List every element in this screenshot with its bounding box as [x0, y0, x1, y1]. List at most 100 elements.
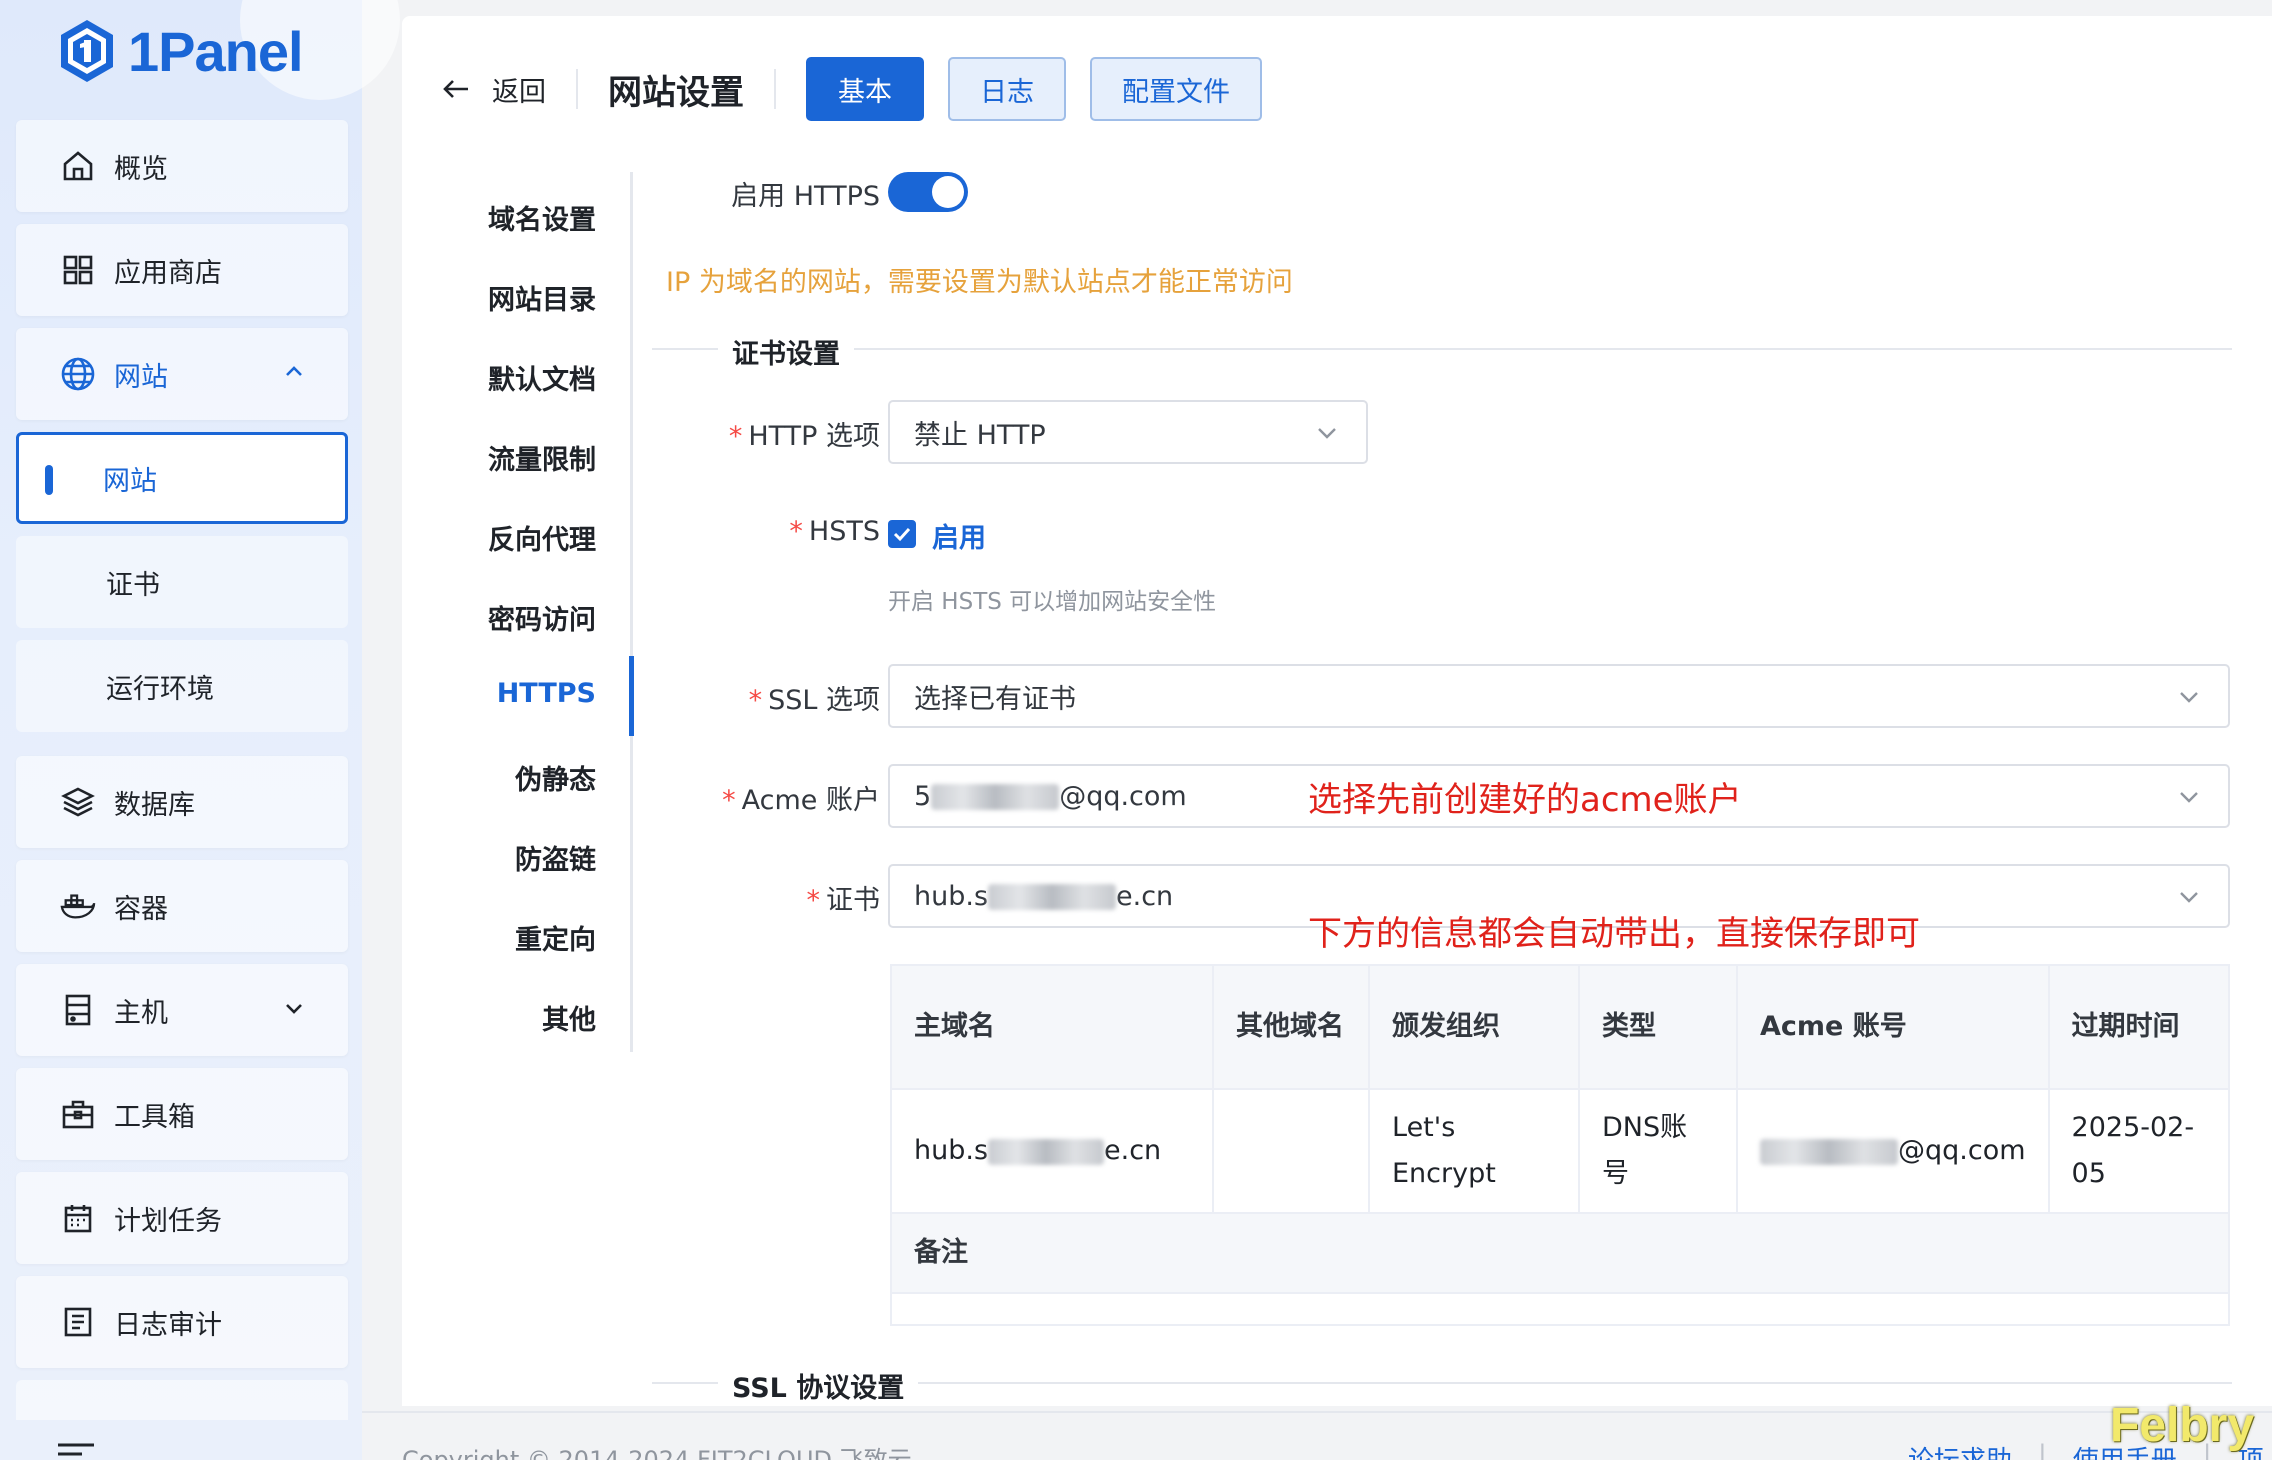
- toggle-knob: [932, 176, 964, 208]
- column-header: 颁发组织: [1368, 964, 1580, 1090]
- sidebar-subitem-label: 证书: [106, 569, 160, 601]
- hsts-label: * HSTS: [789, 516, 880, 547]
- chevron-down-icon: [1318, 428, 1336, 439]
- sidebar-item-label: 日志审计: [114, 1309, 222, 1341]
- sidebar-item-logs[interactable]: 日志审计: [16, 1276, 348, 1368]
- sidebar-subitem-runtime[interactable]: 运行环境: [16, 640, 348, 732]
- sidebar-item-label: 工具箱: [114, 1101, 195, 1133]
- sidebar-subitem-certificates[interactable]: 证书: [16, 536, 348, 628]
- hsts-checkbox-label[interactable]: 启用: [932, 516, 986, 555]
- ssl-option-select[interactable]: 选择已有证书: [888, 664, 2230, 728]
- sidebar-subitem-label: 网站: [103, 465, 157, 497]
- menu-item-directory[interactable]: 网站目录: [488, 278, 596, 317]
- sidebar-item-database[interactable]: 数据库: [16, 756, 348, 848]
- sidebar-item-containers[interactable]: 容器: [16, 860, 348, 952]
- chevron-down-icon: [2180, 792, 2198, 803]
- column-header: 主域名: [890, 964, 1214, 1090]
- hsts-checkbox[interactable]: [888, 520, 916, 548]
- log-icon: [60, 1304, 96, 1340]
- select-value: 禁止 HTTP: [914, 419, 1046, 451]
- back-label: 返回: [492, 76, 546, 108]
- docker-icon: [60, 888, 96, 924]
- watermark: Felbry: [2110, 1399, 2255, 1452]
- tab-config-file[interactable]: 配置文件: [1090, 57, 1262, 121]
- acme-annotation: 选择先前创建好的acme账户: [1308, 780, 1742, 820]
- hsts-hint: 开启 HSTS 可以增加网站安全性: [888, 589, 1217, 615]
- divider: [576, 69, 578, 109]
- menu-item-https[interactable]: HTTPS: [497, 678, 596, 709]
- menu-item-rate-limit[interactable]: 流量限制: [488, 438, 596, 477]
- section-divider: [652, 348, 2232, 350]
- column-header: 过期时间: [2047, 964, 2231, 1090]
- logo-text: 1Panel: [128, 19, 304, 83]
- sidebar-item-partial[interactable]: [16, 1380, 348, 1420]
- table-header-row: 主域名 其他域名 颁发组织 类型 Acme 账号 过期时间: [890, 964, 2231, 1090]
- sidebar-item-overview[interactable]: 概览: [16, 120, 348, 212]
- sidebar-subitem-websites[interactable]: 网站: [16, 432, 348, 524]
- sidebar-item-websites[interactable]: 网站: [16, 328, 348, 420]
- sidebar-subitem-label: 运行环境: [106, 673, 214, 705]
- table-row: hub.s e.cn Let's Encrypt DNS账号 @qq.com 20…: [890, 1088, 2231, 1214]
- cell-type: DNS账号: [1578, 1088, 1738, 1214]
- menu-item-redirect[interactable]: 重定向: [515, 918, 596, 957]
- cell-expires: 2025-02-05: [2047, 1088, 2231, 1214]
- table-annotation: 下方的信息都会自动带出，直接保存即可: [1308, 914, 1920, 954]
- sidebar-item-label: 数据库: [114, 789, 195, 821]
- footer-divider: [362, 1411, 2272, 1413]
- cert-label: * 证书: [806, 885, 881, 916]
- menu-item-rewrite[interactable]: 伪静态: [515, 758, 596, 797]
- chevron-down-icon: [2180, 692, 2198, 703]
- https-toggle[interactable]: [888, 172, 968, 212]
- select-value: 选择已有证书: [914, 683, 1076, 715]
- calendar-icon: [60, 1200, 96, 1236]
- menu-item-default-doc[interactable]: 默认文档: [488, 358, 596, 397]
- menu-item-reverse-proxy[interactable]: 反向代理: [488, 518, 596, 557]
- menu-item-password-access[interactable]: 密码访问: [488, 598, 596, 637]
- cell-issuer: Let's Encrypt: [1368, 1088, 1580, 1214]
- arrow-left-icon: [443, 80, 468, 98]
- logo-icon: [61, 20, 113, 82]
- back-button[interactable]: 返回: [442, 70, 546, 109]
- cell-domain: hub.s e.cn: [890, 1088, 1214, 1214]
- menu-item-domain[interactable]: 域名设置: [488, 198, 596, 237]
- logo[interactable]: 1Panel: [58, 18, 304, 84]
- column-header: Acme 账号: [1736, 964, 2050, 1090]
- sidebar-item-toolbox[interactable]: 工具箱: [16, 1068, 348, 1160]
- sidebar-item-app-store[interactable]: 应用商店: [16, 224, 348, 316]
- http-option-select[interactable]: 禁止 HTTP: [888, 400, 1368, 464]
- cell-other-domains: [1212, 1088, 1370, 1214]
- sidebar: 1Panel 概览 应用商店 网站 网站 证书 运行环境 数据库 容器 主机 工…: [0, 0, 400, 1460]
- toolbox-icon: [60, 1096, 96, 1132]
- column-header: 其他域名: [1212, 964, 1370, 1090]
- cert-section-title: 证书设置: [718, 332, 854, 371]
- sidebar-item-label: 应用商店: [114, 257, 222, 289]
- tab-log[interactable]: 日志: [948, 57, 1066, 121]
- sidebar-item-label: 主机: [114, 997, 168, 1029]
- sidebar-item-cron[interactable]: 计划任务: [16, 1172, 348, 1264]
- footer-separator: |: [2038, 1440, 2047, 1460]
- menu-divider: [630, 172, 633, 1052]
- home-icon: [60, 148, 96, 184]
- grid-icon: [60, 252, 96, 288]
- page-header: 返回 网站设置 基本 日志 配置文件: [442, 56, 1286, 122]
- column-header: 类型: [1578, 964, 1738, 1090]
- sidebar-item-label: 概览: [114, 153, 168, 185]
- select-value: 5 @qq.com: [914, 780, 1187, 812]
- chevron-up-icon: [286, 366, 302, 376]
- divider: [774, 69, 776, 109]
- note-value: [890, 1292, 2230, 1326]
- cell-acme-account: @qq.com: [1736, 1088, 2050, 1214]
- collapse-menu-icon[interactable]: [56, 1442, 96, 1460]
- tab-basic[interactable]: 基本: [806, 57, 924, 121]
- footer-link-forum[interactable]: 论坛求助: [1908, 1440, 2012, 1460]
- chevron-down-icon: [2180, 892, 2198, 903]
- redacted-blur: [988, 884, 1117, 910]
- globe-icon: [60, 356, 96, 392]
- table-note-row: 备注: [890, 1212, 2230, 1294]
- sidebar-item-host[interactable]: 主机: [16, 964, 348, 1056]
- sidebar-item-label: 网站: [114, 361, 168, 393]
- redacted-blur: [1760, 1138, 1898, 1165]
- menu-item-other[interactable]: 其他: [542, 998, 596, 1037]
- warning-text: IP 为域名的网站，需要设置为默认站点才能正常访问: [666, 267, 1293, 298]
- menu-item-anti-leech[interactable]: 防盗链: [515, 838, 596, 877]
